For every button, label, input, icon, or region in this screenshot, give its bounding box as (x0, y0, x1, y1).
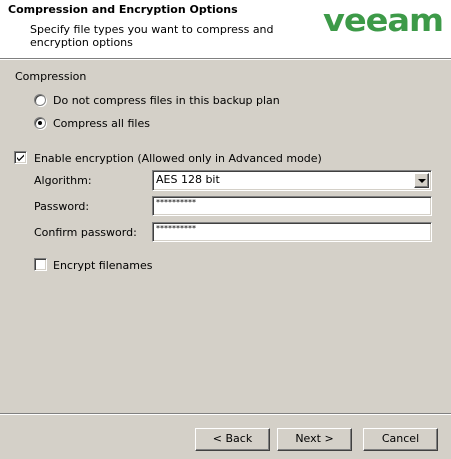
radio-no-compression-label[interactable]: Do not compress files in this backup pla… (53, 94, 280, 107)
password-label: Password: (34, 200, 90, 213)
page-title: Compression and Encryption Options (8, 3, 238, 16)
page-description: Specify file types you want to compress … (30, 23, 274, 49)
compression-group-label: Compression (15, 70, 87, 83)
dropdown-button[interactable] (414, 173, 429, 188)
radio-selected-dot (38, 121, 42, 125)
veeam-logo: veeam (321, 3, 445, 39)
algorithm-selected-value: AES 128 bit (156, 173, 220, 186)
checkmark-icon (17, 154, 24, 162)
cancel-button[interactable]: Cancel (363, 428, 438, 451)
confirm-password-field[interactable]: ********** (152, 222, 432, 242)
radio-no-compression[interactable] (34, 94, 46, 106)
password-field[interactable]: ********** (152, 196, 432, 216)
algorithm-select[interactable]: AES 128 bit (152, 170, 432, 191)
back-button[interactable]: < Back (195, 428, 270, 451)
svg-text:veeam: veeam (323, 6, 443, 36)
encrypt-filenames-label[interactable]: Encrypt filenames (53, 259, 152, 272)
confirm-password-masked-value: ********** (156, 224, 196, 233)
next-button[interactable]: Next > (277, 428, 352, 451)
password-masked-value: ********** (156, 198, 196, 207)
radio-compress-all[interactable] (34, 117, 46, 129)
wizard-header: Compression and Encryption Options Speci… (0, 0, 451, 58)
algorithm-label: Algorithm: (34, 174, 92, 187)
chevron-down-icon (418, 179, 426, 183)
confirm-password-label: Confirm password: (34, 226, 137, 239)
enable-encryption-label[interactable]: Enable encryption (Allowed only in Advan… (34, 152, 322, 165)
encrypt-filenames-checkbox[interactable] (34, 258, 47, 271)
enable-encryption-checkbox[interactable] (14, 151, 27, 164)
radio-compress-all-label[interactable]: Compress all files (53, 117, 150, 130)
